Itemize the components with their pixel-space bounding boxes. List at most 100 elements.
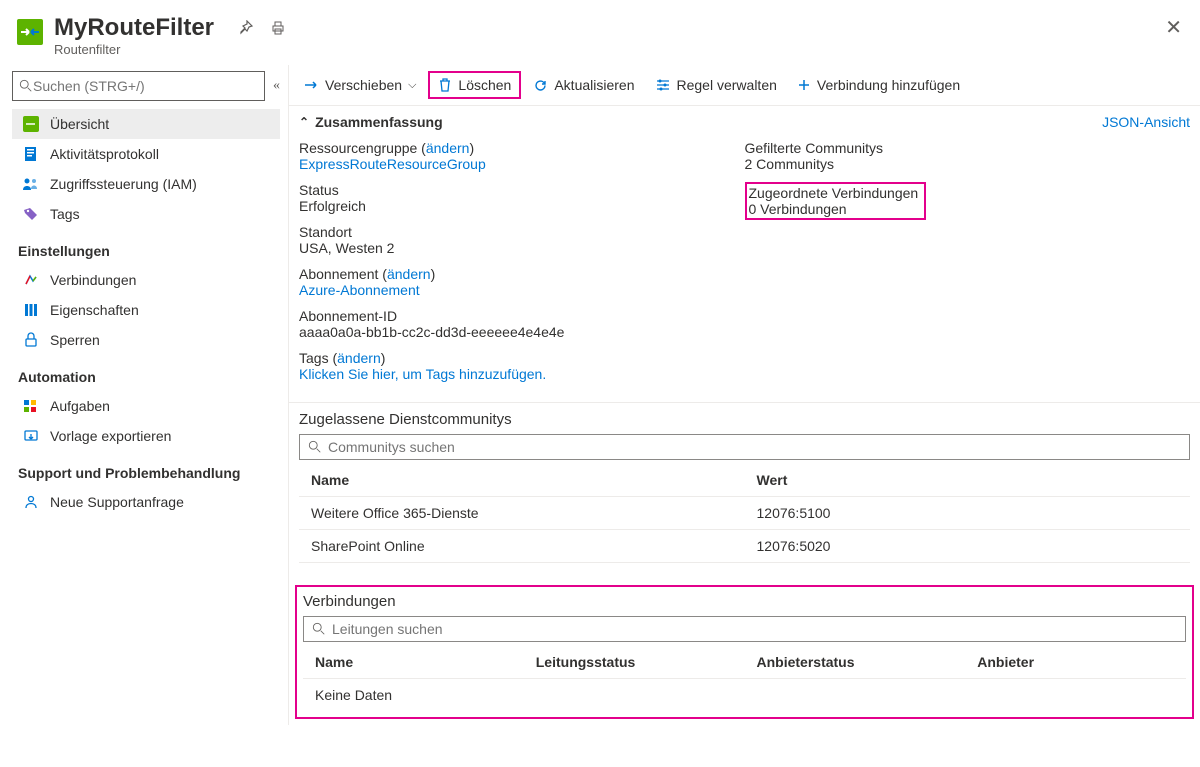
location-value: USA, Westen 2 bbox=[299, 240, 745, 256]
toolbar-label: Aktualisieren bbox=[554, 77, 634, 93]
search-icon bbox=[312, 622, 326, 636]
allowed-communities-title: Zugelassene Dienstcommunitys bbox=[299, 411, 1190, 428]
delete-icon bbox=[438, 77, 452, 93]
community-name: Weitere Office 365-Dienste bbox=[299, 497, 745, 530]
sidebar-section-support: Support und Problembehandlung bbox=[18, 465, 280, 481]
resource-route-filter-icon bbox=[16, 18, 44, 46]
page-subtitle: Routenfilter bbox=[54, 42, 214, 57]
sidebar-item-tags[interactable]: Tags bbox=[12, 199, 280, 229]
associated-connections-highlight: Zugeordnete Verbindungen 0 Verbindungen bbox=[745, 182, 927, 220]
toolbar-label: Löschen bbox=[458, 77, 511, 93]
tasks-icon bbox=[22, 397, 40, 415]
sidebar-search[interactable] bbox=[12, 71, 265, 101]
table-row[interactable]: Weitere Office 365-Dienste 12076:5100 bbox=[299, 497, 1190, 530]
connections-empty: Keine Daten bbox=[303, 679, 1186, 712]
iam-icon bbox=[22, 175, 40, 193]
resource-group-value[interactable]: ExpressRouteResourceGroup bbox=[299, 156, 745, 172]
sidebar-item-activity-log[interactable]: Aktivitätsprotokoll bbox=[12, 139, 280, 169]
delete-button[interactable]: Löschen bbox=[428, 71, 521, 99]
tags-add-link[interactable]: Klicken Sie hier, um Tags hinzuzufügen. bbox=[299, 366, 745, 382]
connections-section: Verbindungen Name Leitungsstatus Anbiete… bbox=[295, 585, 1194, 719]
communities-value: 2 Communitys bbox=[745, 156, 1191, 172]
tags-label: Tags bbox=[299, 350, 329, 366]
refresh-button[interactable]: Aktualisieren bbox=[525, 73, 642, 97]
close-icon[interactable]: ✕ bbox=[1165, 18, 1182, 38]
resource-group-label: Ressourcengruppe bbox=[299, 140, 417, 156]
associated-connections-value: 0 Verbindungen bbox=[749, 201, 919, 217]
summary-body: Ressourcengruppe (ändern) ExpressRouteRe… bbox=[289, 138, 1200, 403]
sidebar-item-label: Neue Supportanfrage bbox=[50, 494, 184, 510]
print-icon[interactable] bbox=[270, 20, 286, 39]
sidebar-item-new-support[interactable]: Neue Supportanfrage bbox=[12, 487, 280, 517]
toolbar: Verschieben ⌵ Löschen Aktualisieren Reg bbox=[289, 65, 1200, 106]
communities-col-value: Wert bbox=[745, 464, 1191, 497]
connections-col-vendor: Anbieter bbox=[965, 646, 1186, 679]
main-content: Verschieben ⌵ Löschen Aktualisieren Reg bbox=[288, 65, 1200, 725]
connections-search[interactable] bbox=[303, 616, 1186, 642]
connections-search-input[interactable] bbox=[332, 621, 1177, 637]
sidebar-item-iam[interactable]: Zugriffssteuerung (IAM) bbox=[12, 169, 280, 199]
search-icon bbox=[308, 440, 322, 454]
sidebar-item-connections[interactable]: Verbindungen bbox=[12, 265, 280, 295]
toolbar-label: Regel verwalten bbox=[677, 77, 777, 93]
lock-icon bbox=[22, 331, 40, 349]
summary-header[interactable]: ⌃ Zusammenfassung JSON-Ansicht bbox=[289, 106, 1200, 138]
community-value: 12076:5020 bbox=[745, 530, 1191, 563]
status-label: Status bbox=[299, 182, 745, 198]
move-icon bbox=[303, 78, 319, 92]
sidebar-item-label: Vorlage exportieren bbox=[50, 428, 171, 444]
resource-group-change-link[interactable]: ändern bbox=[426, 140, 470, 156]
connections-title: Verbindungen bbox=[303, 593, 1186, 610]
communities-search-input[interactable] bbox=[328, 439, 1181, 455]
sidebar-item-overview[interactable]: Übersicht bbox=[12, 109, 280, 139]
export-template-icon bbox=[22, 427, 40, 445]
connections-icon bbox=[22, 271, 40, 289]
add-icon bbox=[797, 78, 811, 92]
json-view-link[interactable]: JSON-Ansicht bbox=[1102, 114, 1190, 130]
sidebar: « Übersicht Aktivitätsprotokoll Zugriffs… bbox=[0, 65, 288, 725]
tags-change-link[interactable]: ändern bbox=[337, 350, 381, 366]
page-header: MyRouteFilter Routenfilter ✕ bbox=[0, 0, 1200, 65]
refresh-icon bbox=[533, 78, 548, 93]
move-button[interactable]: Verschieben ⌵ bbox=[295, 73, 424, 97]
location-label: Standort bbox=[299, 224, 745, 240]
sidebar-item-locks[interactable]: Sperren bbox=[12, 325, 280, 355]
sidebar-collapse-icon[interactable]: « bbox=[273, 78, 280, 94]
sidebar-item-label: Verbindungen bbox=[50, 272, 136, 288]
sidebar-item-label: Aktivitätsprotokoll bbox=[50, 146, 159, 162]
subscription-change-link[interactable]: ändern bbox=[387, 266, 431, 282]
sidebar-search-input[interactable] bbox=[33, 78, 258, 94]
allowed-communities-section: Zugelassene Dienstcommunitys Name Wert W… bbox=[289, 403, 1200, 571]
subscription-value[interactable]: Azure-Abonnement bbox=[299, 282, 745, 298]
subscription-id-label: Abonnement-ID bbox=[299, 308, 745, 324]
sidebar-item-label: Sperren bbox=[50, 332, 100, 348]
communities-search[interactable] bbox=[299, 434, 1190, 460]
community-value: 12076:5100 bbox=[745, 497, 1191, 530]
search-icon bbox=[19, 79, 33, 93]
table-row-empty: Keine Daten bbox=[303, 679, 1186, 712]
pin-icon[interactable] bbox=[238, 20, 254, 39]
add-connection-button[interactable]: Verbindung hinzufügen bbox=[789, 73, 968, 97]
table-row[interactable]: SharePoint Online 12076:5020 bbox=[299, 530, 1190, 563]
manage-rule-button[interactable]: Regel verwalten bbox=[647, 73, 785, 97]
sidebar-item-tasks[interactable]: Aufgaben bbox=[12, 391, 280, 421]
sidebar-section-settings: Einstellungen bbox=[18, 243, 280, 259]
sidebar-item-properties[interactable]: Eigenschaften bbox=[12, 295, 280, 325]
connections-col-name: Name bbox=[303, 646, 524, 679]
activity-log-icon bbox=[22, 145, 40, 163]
overview-icon bbox=[22, 115, 40, 133]
communities-table: Name Wert Weitere Office 365-Dienste 120… bbox=[299, 464, 1190, 563]
subscription-id-value: aaaa0a0a-bb1b-cc2c-dd3d-eeeeee4e4e4e bbox=[299, 324, 745, 340]
sidebar-item-label: Übersicht bbox=[50, 116, 109, 132]
sidebar-item-label: Aufgaben bbox=[50, 398, 110, 414]
toolbar-label: Verschieben bbox=[325, 77, 402, 93]
community-name: SharePoint Online bbox=[299, 530, 745, 563]
sidebar-section-automation: Automation bbox=[18, 369, 280, 385]
sidebar-item-export-template[interactable]: Vorlage exportieren bbox=[12, 421, 280, 451]
communities-col-name: Name bbox=[299, 464, 745, 497]
sidebar-item-label: Tags bbox=[50, 206, 80, 222]
associated-connections-label: Zugeordnete Verbindungen bbox=[749, 185, 919, 201]
support-icon bbox=[22, 493, 40, 511]
toolbar-label: Verbindung hinzufügen bbox=[817, 77, 960, 93]
sidebar-item-label: Zugriffssteuerung (IAM) bbox=[50, 176, 197, 192]
